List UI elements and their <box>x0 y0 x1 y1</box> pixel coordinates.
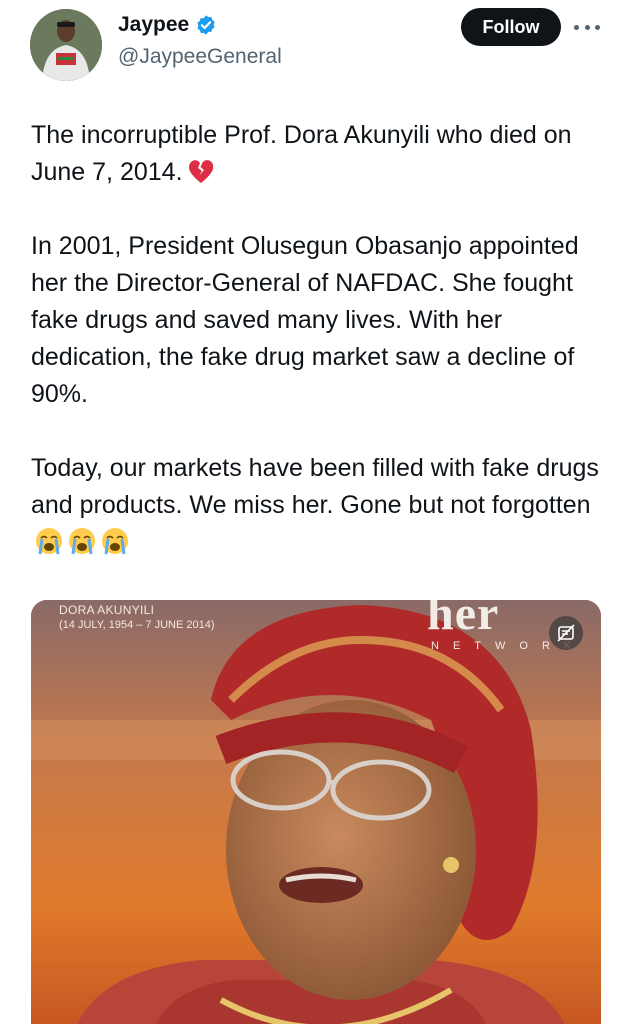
dot <box>584 24 590 30</box>
tweet-text: The incorruptible Prof. Dora Akunyili wh… <box>31 117 611 561</box>
broken-heart-icon <box>188 160 213 183</box>
follow-button[interactable]: Follow <box>461 8 561 46</box>
loudly-crying-emoji <box>100 526 130 556</box>
avatar[interactable] <box>30 9 102 81</box>
crying-face-icon <box>69 528 95 555</box>
ellipsis-icon[interactable] <box>574 18 600 36</box>
name-row: Jaypee <box>118 12 217 38</box>
hide-media-icon[interactable] <box>549 616 583 650</box>
tweet-paragraph-2: In 2001, President Olusegun Obasanjo app… <box>31 232 586 408</box>
eye-slash-icon <box>557 624 575 642</box>
crying-face-icon <box>102 528 128 555</box>
tweet-media-video[interactable]: DORA AKUNYILI (14 JULY, 1954 – 7 JUNE 20… <box>31 600 601 1024</box>
video-frame <box>31 600 601 1024</box>
video-caption-name: DORA AKUNYILI <box>59 603 155 617</box>
paragraph-text: Today, our markets have been filled with… <box>31 454 606 519</box>
loudly-crying-emoji <box>67 526 97 556</box>
display-name[interactable]: Jaypee <box>118 12 189 38</box>
video-caption-dates: (14 JULY, 1954 – 7 JUNE 2014) <box>59 619 215 631</box>
tweet-header: Jaypee @JaypeeGeneral Follow <box>0 0 631 95</box>
broken-heart-emoji <box>186 156 216 186</box>
avatar-image <box>30 9 102 81</box>
verified-badge-icon <box>197 15 215 35</box>
dot <box>574 24 579 30</box>
crying-face-icon <box>36 528 62 555</box>
video-watermark: her <box>427 600 500 640</box>
tweet-paragraph-1: The incorruptible Prof. Dora Akunyili wh… <box>31 117 611 191</box>
tweet-paragraph-3: Today, our markets have been filled with… <box>31 450 611 561</box>
loudly-crying-emoji <box>34 526 64 556</box>
dot <box>595 24 600 30</box>
user-handle[interactable]: @JaypeeGeneral <box>118 44 282 70</box>
paragraph-text: The incorruptible Prof. Dora Akunyili wh… <box>31 121 579 186</box>
